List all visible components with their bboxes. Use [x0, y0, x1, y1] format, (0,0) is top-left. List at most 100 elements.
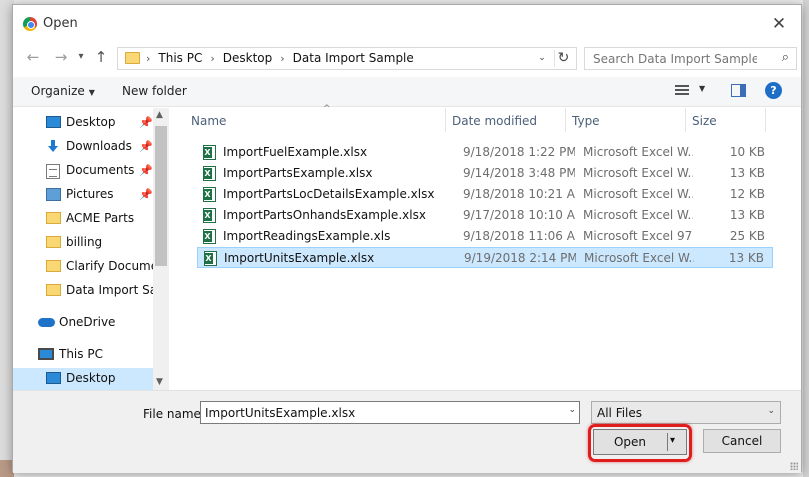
sidebar-item-this-pc[interactable]: This PC: [13, 344, 153, 366]
file-size: 13 KB: [729, 166, 765, 180]
scrollbar-thumb[interactable]: [155, 126, 167, 266]
pin-icon: 📌: [139, 188, 153, 201]
close-button[interactable]: ✕: [767, 13, 791, 35]
sidebar-item-label: ACME Parts: [66, 211, 135, 225]
breadcrumb: › This PC › Desktop › Data Import Sample: [146, 51, 414, 65]
pin-icon: 📌: [139, 140, 153, 153]
open-button[interactable]: Open ▾: [593, 429, 687, 455]
onedrive-icon: [38, 318, 55, 327]
column-header-date-modified[interactable]: Date modified: [452, 114, 537, 128]
scroll-down-arrow-icon[interactable]: ▼: [156, 377, 163, 387]
sidebar-item-acme-parts[interactable]: ACME Parts: [13, 208, 153, 230]
background-window-edge-right: [803, 0, 809, 477]
file-row-selected[interactable]: ImportUnitsExample.xlsx 9/19/2018 2:14 P…: [197, 247, 773, 268]
scroll-up-arrow-icon[interactable]: ▲: [156, 110, 163, 120]
forward-arrow-icon[interactable]: →: [51, 47, 71, 67]
file-size: 12 KB: [729, 187, 765, 201]
open-button-label: Open: [613, 435, 647, 449]
file-type: Microsoft Excel W...: [583, 187, 693, 201]
navigation-scrollbar[interactable]: ▲ ▼: [153, 108, 169, 390]
file-size: 10 KB: [729, 145, 765, 159]
help-icon[interactable]: ?: [765, 82, 782, 99]
column-header-name[interactable]: Name: [191, 114, 226, 128]
column-header-size[interactable]: Size: [692, 114, 717, 128]
sidebar-item-desktop[interactable]: Desktop 📌: [13, 112, 153, 134]
file-type-value: All Files: [597, 406, 643, 420]
column-divider[interactable]: [565, 108, 566, 132]
file-name: ImportPartsExample.xlsx: [223, 166, 373, 180]
recent-locations-chevron-icon[interactable]: ▾: [71, 47, 91, 67]
dialog-footer: File name: ⌄ All Files ⌄ Open ▾ Cancel: [13, 390, 801, 473]
chevron-down-icon: ▼: [88, 88, 95, 97]
breadcrumb-data-import-sample[interactable]: Data Import Sample: [293, 51, 414, 65]
pictures-icon: [46, 188, 61, 201]
file-row[interactable]: ImportPartsLocDetailsExample.xlsx 9/18/2…: [197, 184, 773, 205]
sidebar-item-label: This PC: [59, 347, 103, 361]
file-row[interactable]: ImportPartsOnhandsExample.xlsx 9/17/2018…: [197, 205, 773, 226]
file-row[interactable]: ImportPartsExample.xlsx 9/14/2018 3:48 P…: [197, 163, 773, 184]
breadcrumb-desktop[interactable]: Desktop: [223, 51, 273, 65]
file-date: 9/19/2018 2:14 PM: [464, 251, 576, 265]
column-header-row: ^ Name Date modified Type Size: [185, 104, 793, 132]
file-name: ImportUnitsExample.xlsx: [224, 251, 375, 265]
cancel-button[interactable]: Cancel: [703, 429, 781, 453]
back-arrow-icon[interactable]: ←: [23, 47, 43, 67]
folder-icon: [46, 236, 61, 248]
breadcrumb-separator[interactable]: ›: [280, 52, 284, 65]
file-type: Microsoft Excel 97...: [583, 229, 693, 243]
documents-icon: [46, 164, 60, 179]
excel-file-icon: [204, 251, 217, 266]
address-dropdown-icon[interactable]: ⌄: [534, 50, 550, 67]
search-icon: ⌕: [781, 50, 789, 65]
downloads-icon: [46, 140, 60, 154]
new-folder-button[interactable]: New folder: [122, 84, 187, 98]
file-date: 9/14/2018 3:48 PM: [463, 166, 575, 180]
sidebar-item-onedrive[interactable]: OneDrive: [13, 312, 153, 334]
command-toolbar: Organize ▼ New folder ▼ ?: [13, 77, 801, 107]
file-row[interactable]: ImportReadingsExample.xls 9/18/2018 11:0…: [197, 226, 773, 247]
sidebar-item-desktop-this-pc[interactable]: Desktop: [13, 368, 153, 390]
organize-button[interactable]: Organize ▼: [31, 84, 95, 98]
search-input[interactable]: [585, 48, 765, 69]
sidebar-item-label: billing: [66, 235, 103, 249]
folder-icon: [46, 284, 61, 296]
file-name: ImportPartsOnhandsExample.xlsx: [223, 208, 426, 222]
split-divider: [667, 433, 668, 451]
address-bar[interactable]: › This PC › Desktop › Data Import Sample…: [117, 47, 577, 70]
sidebar-item-label: Clarify Documen: [66, 259, 154, 273]
view-options-chevron-icon[interactable]: ▼: [699, 84, 705, 93]
sidebar-item-label: Desktop: [66, 371, 116, 385]
file-name-input[interactable]: [201, 402, 556, 423]
sidebar-item-data-import-sample[interactable]: Data Import Samp: [13, 280, 154, 302]
up-arrow-icon[interactable]: ↑: [91, 47, 111, 67]
sidebar-item-downloads[interactable]: Downloads 📌: [13, 136, 153, 158]
column-divider[interactable]: [445, 108, 446, 132]
file-name-dropdown-icon[interactable]: ⌄: [568, 405, 576, 415]
column-divider[interactable]: [685, 108, 686, 132]
column-header-type[interactable]: Type: [572, 114, 600, 128]
file-type-select[interactable]: All Files ⌄: [591, 401, 781, 424]
sidebar-item-pictures[interactable]: Pictures 📌: [13, 184, 153, 206]
file-size: 13 KB: [729, 208, 765, 222]
breadcrumb-this-pc[interactable]: This PC: [158, 51, 202, 65]
breadcrumb-separator: ›: [146, 51, 151, 65]
open-options-dropdown-icon[interactable]: ▾: [670, 435, 675, 446]
cancel-button-label: Cancel: [721, 434, 763, 448]
refresh-icon[interactable]: ↻: [554, 50, 572, 67]
search-box: ⌕: [584, 47, 797, 70]
preview-pane-icon[interactable]: [731, 84, 746, 97]
view-details-icon[interactable]: [675, 85, 689, 97]
column-divider[interactable]: [765, 108, 766, 132]
sidebar-item-documents[interactable]: Documents 📌: [13, 160, 153, 182]
window-title: Open: [43, 16, 78, 31]
resize-grip[interactable]: [790, 462, 798, 470]
file-name: ImportReadingsExample.xls: [223, 229, 391, 243]
breadcrumb-separator[interactable]: ›: [210, 52, 214, 65]
file-row[interactable]: ImportFuelExample.xlsx 9/18/2018 1:22 PM…: [197, 142, 773, 163]
sidebar-item-billing[interactable]: billing: [13, 232, 153, 254]
address-row: ← → ▾ ↑ › This PC › Desktop › Data Impor…: [13, 41, 801, 75]
pin-icon: 📌: [139, 164, 153, 177]
navigation-pane: Desktop 📌 Downloads 📌 Documents 📌 Pictur…: [13, 108, 169, 390]
sidebar-item-clarify-documents[interactable]: Clarify Documen: [13, 256, 154, 278]
excel-file-icon: [203, 166, 216, 181]
